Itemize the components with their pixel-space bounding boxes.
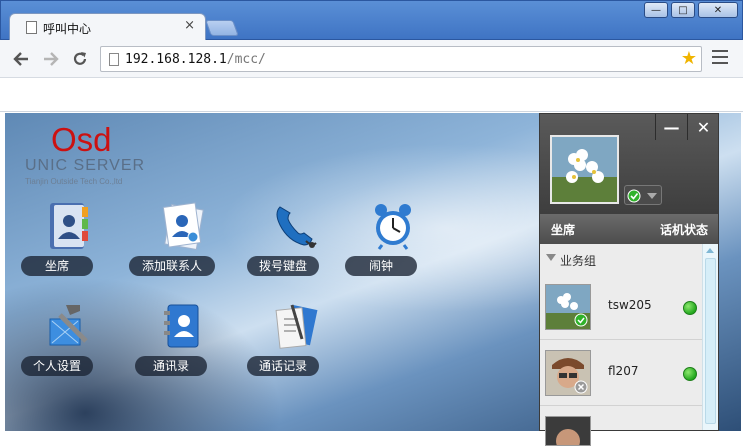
browser-tab[interactable]: 呼叫中心 × (9, 13, 206, 41)
panel-close-button[interactable]: ✕ (687, 114, 719, 140)
group-header[interactable]: 业务组 (540, 244, 702, 274)
add-contact-icon (162, 202, 204, 251)
address-bar[interactable]: 192.168.128.1/mcc/ ★ (100, 46, 702, 72)
user-name: fl207 (608, 364, 639, 378)
user-name: tsw205 (608, 298, 652, 312)
avatar (545, 416, 591, 446)
app-label: 通话记录 (247, 356, 319, 376)
group-name: 业务组 (560, 254, 597, 268)
logo-brand: Osd (51, 121, 112, 158)
forward-button[interactable] (40, 48, 62, 70)
app-dialpad[interactable]: 拨号键盘 (237, 201, 347, 291)
bookmark-star-icon[interactable]: ★ (681, 48, 697, 69)
browser-toolbar: 192.168.128.1/mcc/ ★ (0, 40, 743, 78)
reload-icon (73, 52, 87, 65)
app-add-contact[interactable]: 添加联系人 (125, 201, 235, 291)
close-window-button[interactable]: ✕ (698, 2, 738, 18)
app-contacts[interactable]: 通讯录 (125, 301, 235, 391)
app-label: 坐席 (21, 256, 93, 276)
window-controls: — □ ✕ (641, 2, 738, 18)
my-avatar[interactable] (550, 135, 619, 204)
new-tab-button[interactable] (205, 20, 239, 36)
person-avatar-icon (546, 417, 590, 445)
page-icon (26, 21, 37, 34)
scroll-up-icon[interactable] (706, 248, 714, 253)
url-path: /mcc/ (226, 52, 266, 67)
maximize-window-button[interactable]: □ (671, 2, 695, 18)
app-seat[interactable]: 坐席 (11, 201, 121, 291)
url-host: 192.168.128.1 (125, 52, 227, 67)
online-status-dot (683, 367, 697, 381)
contacts-book-icon (164, 304, 199, 348)
logo-product: UNIC SERVER (25, 157, 146, 174)
flower-avatar-icon (546, 285, 590, 329)
user-row[interactable]: fl207 (540, 340, 702, 406)
tab-phone-status[interactable]: 话机状态 (660, 221, 708, 238)
online-status-dot (683, 301, 697, 315)
my-status-select[interactable] (624, 185, 662, 205)
chevron-down-icon (546, 254, 556, 261)
app-call-log[interactable]: 通话记录 (237, 301, 347, 391)
scroll-thumb[interactable] (705, 258, 716, 424)
avatar (545, 284, 591, 330)
app-label: 拨号键盘 (247, 256, 319, 276)
app-personal-settings[interactable]: 个人设置 (11, 301, 121, 391)
settings-tools-icon (49, 305, 88, 346)
app-label: 通讯录 (135, 356, 207, 376)
avatar (545, 350, 591, 396)
app-label: 添加联系人 (129, 256, 215, 276)
online-status-icon (627, 189, 657, 203)
forward-arrow-icon (44, 52, 59, 66)
call-log-icon (275, 304, 318, 349)
tab-close-button[interactable]: × (184, 18, 195, 33)
user-row[interactable]: tsw205 (540, 274, 702, 340)
alarm-clock-icon (375, 204, 411, 250)
browser-chrome: — □ ✕ 呼叫中心 × 192.168.128.1/mcc/ ★ (0, 0, 743, 113)
flower-avatar-icon (552, 137, 617, 202)
tab-title: 呼叫中心 (43, 22, 92, 36)
back-button[interactable] (10, 48, 32, 70)
user-row[interactable] (540, 406, 702, 446)
app-label: 个人设置 (21, 356, 93, 376)
tab-seat[interactable]: 坐席 (551, 221, 575, 238)
logo-company: Tianjin Outside Tech Co.,ltd (25, 177, 123, 186)
minimize-window-button[interactable]: — (644, 2, 668, 18)
page-icon (109, 53, 119, 66)
browser-menu-button[interactable] (712, 50, 728, 66)
panel-scrollbar[interactable] (702, 244, 718, 430)
address-book-icon (50, 203, 88, 249)
app-label: 闹钟 (345, 256, 417, 276)
panel-tabs: 坐席 话机状态 (540, 214, 718, 244)
back-arrow-icon (13, 52, 28, 66)
panel-minimize-button[interactable]: — (655, 114, 687, 140)
page-top-bar (0, 79, 743, 112)
agent-panel: — ✕ 坐席 话机状态 业务组 tsw205 fl207 (539, 113, 719, 446)
person-avatar-icon (546, 351, 590, 395)
app-alarm[interactable]: 闹钟 (335, 201, 445, 291)
phone-handset-icon (276, 206, 317, 248)
address-url: 192.168.128.1/mcc/ (125, 52, 266, 67)
reload-button[interactable] (69, 48, 91, 70)
panel-header: — ✕ (540, 114, 718, 214)
